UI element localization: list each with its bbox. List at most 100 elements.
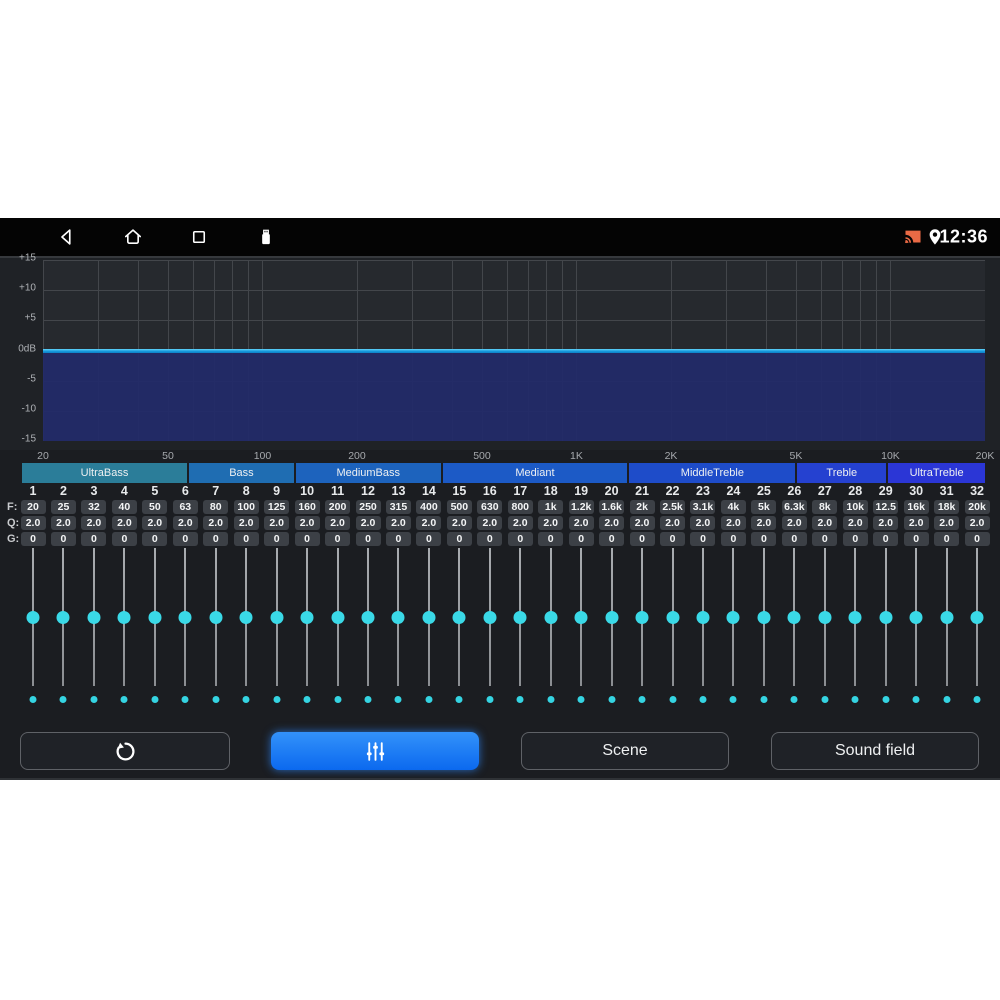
eq-gain-slider[interactable] <box>170 548 200 708</box>
slider-dot <box>760 696 768 703</box>
eq-gain-slider[interactable] <box>870 548 900 708</box>
slider-knob[interactable] <box>239 610 253 624</box>
slider-knob[interactable] <box>209 610 223 624</box>
slider-knob[interactable] <box>787 610 801 624</box>
sound-field-button[interactable]: Sound field <box>771 732 979 770</box>
slider-knob[interactable] <box>452 610 466 624</box>
home-button[interactable] <box>122 226 145 249</box>
q-value-chip: 2.0 <box>264 516 290 530</box>
x-tick-label: 5K <box>789 450 803 462</box>
slider-knob[interactable] <box>178 610 192 624</box>
eq-gain-slider[interactable] <box>901 548 931 708</box>
slider-knob[interactable] <box>270 610 284 624</box>
reset-button[interactable] <box>20 732 230 770</box>
eq-gain-slider[interactable] <box>657 548 687 708</box>
eq-gain-slider[interactable] <box>18 548 48 708</box>
slider-knob[interactable] <box>361 610 375 624</box>
eq-gain-slider[interactable] <box>749 548 779 708</box>
slider-dot <box>851 696 859 703</box>
equalizer-button[interactable] <box>271 732 479 770</box>
eq-gain-slider[interactable] <box>475 548 505 708</box>
slider-knob[interactable] <box>605 610 619 624</box>
channel-number: 27 <box>817 484 832 498</box>
freq-value-chip: 63 <box>172 500 198 514</box>
slider-knob[interactable] <box>422 610 436 624</box>
freq-value-chip: 1k <box>538 500 564 514</box>
slider-knob[interactable] <box>940 610 954 624</box>
eq-gain-slider[interactable] <box>536 548 566 708</box>
eq-gain-slider[interactable] <box>840 548 870 708</box>
gain-value-chip: 0 <box>660 532 686 546</box>
eq-gain-slider[interactable] <box>322 548 352 708</box>
scene-button[interactable]: Scene <box>521 732 729 770</box>
eq-gain-slider[interactable] <box>109 548 139 708</box>
eq-gain-slider[interactable] <box>292 548 322 708</box>
channel-number: 15 <box>452 484 467 498</box>
slider-knob[interactable] <box>757 610 771 624</box>
eq-gain-slider[interactable] <box>261 548 291 708</box>
gain-value-chip: 0 <box>111 532 137 546</box>
eq-gain-slider[interactable] <box>383 548 413 708</box>
slider-knob[interactable] <box>696 610 710 624</box>
eq-gain-slider[interactable] <box>48 548 78 708</box>
eq-gain-slider[interactable] <box>566 548 596 708</box>
eq-gain-slider[interactable] <box>810 548 840 708</box>
eq-gain-slider[interactable] <box>931 548 961 708</box>
slider-dot <box>790 696 798 703</box>
slider-knob[interactable] <box>544 610 558 624</box>
slider-knob[interactable] <box>331 610 345 624</box>
eq-channel-column: 14 400 2.0 0 <box>414 484 444 546</box>
slider-knob[interactable] <box>391 610 405 624</box>
freq-value-chip: 630 <box>477 500 503 514</box>
slider-knob[interactable] <box>726 610 740 624</box>
slider-knob[interactable] <box>483 610 497 624</box>
band-segment: Treble <box>797 463 887 483</box>
slider-knob[interactable] <box>56 610 70 624</box>
eq-channel-column: 9 125 2.0 0 <box>261 484 291 546</box>
slider-knob[interactable] <box>909 610 923 624</box>
gain-value-chip: 0 <box>20 532 46 546</box>
slider-knob[interactable] <box>879 610 893 624</box>
freq-value-chip: 250 <box>355 500 381 514</box>
band-segment-label: Mediant <box>515 467 555 479</box>
y-tick-label: -5 <box>27 373 36 385</box>
eq-gain-slider[interactable] <box>353 548 383 708</box>
eq-gain-slider[interactable] <box>414 548 444 708</box>
eq-gain-slider[interactable] <box>962 548 992 708</box>
band-segment: UltraTreble <box>888 463 986 483</box>
freq-value-chip: 4k <box>720 500 746 514</box>
slider-dot <box>303 696 311 703</box>
band-segment: MiddleTreble <box>629 463 796 483</box>
slider-knob[interactable] <box>818 610 832 624</box>
recents-button[interactable] <box>189 227 210 248</box>
eq-gain-slider[interactable] <box>231 548 261 708</box>
freq-value-chip: 160 <box>294 500 320 514</box>
freq-value-chip: 12.5 <box>873 500 899 514</box>
eq-gain-slider[interactable] <box>505 548 535 708</box>
slider-knob[interactable] <box>117 610 131 624</box>
gain-value-chip: 0 <box>842 532 868 546</box>
eq-gain-slider[interactable] <box>718 548 748 708</box>
eq-gain-slider[interactable] <box>140 548 170 708</box>
slider-knob[interactable] <box>635 610 649 624</box>
slider-knob[interactable] <box>87 610 101 624</box>
slider-knob[interactable] <box>513 610 527 624</box>
slider-knob[interactable] <box>666 610 680 624</box>
eq-gain-slider[interactable] <box>779 548 809 708</box>
eq-gain-slider[interactable] <box>688 548 718 708</box>
slider-knob[interactable] <box>848 610 862 624</box>
eq-gain-slider[interactable] <box>627 548 657 708</box>
freq-value-chip: 1.6k <box>599 500 625 514</box>
back-button[interactable] <box>56 226 78 248</box>
slider-knob[interactable] <box>148 610 162 624</box>
slider-dot <box>181 696 189 703</box>
slider-dot <box>486 696 494 703</box>
slider-knob[interactable] <box>574 610 588 624</box>
eq-gain-slider[interactable] <box>201 548 231 708</box>
eq-gain-slider[interactable] <box>444 548 474 708</box>
slider-knob[interactable] <box>970 610 984 624</box>
slider-knob[interactable] <box>300 610 314 624</box>
eq-gain-slider[interactable] <box>596 548 626 708</box>
eq-gain-slider[interactable] <box>79 548 109 708</box>
slider-knob[interactable] <box>26 610 40 624</box>
